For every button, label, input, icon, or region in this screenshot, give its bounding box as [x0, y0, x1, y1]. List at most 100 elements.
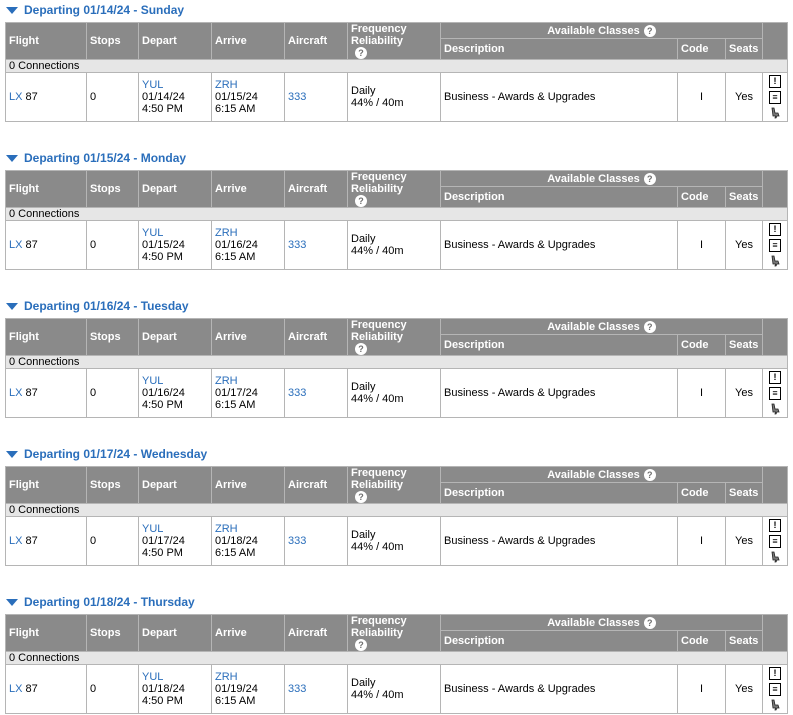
aircraft-link[interactable]: 333 — [288, 387, 306, 399]
details-list-icon[interactable]: ≡ — [769, 535, 781, 548]
day-heading-label: Departing 01/14/24 - Sunday — [24, 3, 185, 17]
airline-link[interactable]: LX — [9, 239, 22, 251]
depart-airport-link[interactable]: YUL — [142, 227, 208, 239]
frequency-value: Daily — [351, 85, 376, 97]
reliability-help-icon[interactable]: ? — [355, 47, 367, 59]
header-aircraft: Aircraft — [284, 466, 348, 504]
details-list-icon[interactable]: ≡ — [769, 239, 781, 252]
connections-label: 0 Connections — [5, 355, 788, 369]
available-classes-label: Available Classes — [547, 172, 640, 185]
day-heading[interactable]: Departing 01/14/24 - Sunday — [5, 2, 787, 18]
reliability-help-icon[interactable]: ? — [355, 343, 367, 355]
aircraft-link[interactable]: 333 — [288, 239, 306, 251]
header-actions — [762, 22, 788, 60]
day-heading-label: Departing 01/17/24 - Wednesday — [24, 447, 208, 461]
day-heading[interactable]: Departing 01/18/24 - Thursday — [5, 594, 787, 610]
depart-airport-link[interactable]: YUL — [142, 79, 208, 91]
arrive-airport-link[interactable]: ZRH — [215, 671, 281, 683]
classes-help-icon[interactable]: ? — [643, 616, 656, 629]
header-actions — [762, 318, 788, 356]
flight-number: 87 — [25, 683, 38, 695]
class-code: I — [677, 220, 726, 270]
depart-time: 4:50 PM — [142, 695, 183, 707]
depart-airport-link[interactable]: YUL — [142, 523, 208, 535]
seat-map-icon[interactable] — [770, 551, 780, 563]
available-classes-label: Available Classes — [547, 320, 640, 333]
depart-airport-link[interactable]: YUL — [142, 671, 208, 683]
arrive-airport-link[interactable]: ZRH — [215, 227, 281, 239]
classes-help-icon[interactable]: ? — [643, 468, 656, 481]
available-classes-label: Available Classes — [547, 468, 640, 481]
flight-cell: LX 87 — [5, 368, 87, 418]
reliability-help-icon[interactable]: ? — [355, 491, 367, 503]
depart-time: 4:50 PM — [142, 103, 183, 115]
seats-value: Yes — [725, 664, 763, 714]
header-arrive: Arrive — [211, 614, 285, 652]
actions-cell: ! ≡ — [762, 664, 788, 714]
actions-cell: ! ≡ — [762, 516, 788, 566]
reliability-help-icon[interactable]: ? — [355, 195, 367, 207]
flight-number: 87 — [25, 535, 38, 547]
classes-help-icon[interactable]: ? — [643, 24, 656, 37]
details-list-icon[interactable]: ≡ — [769, 387, 781, 400]
seat-map-icon[interactable] — [770, 403, 780, 415]
classes-help-icon[interactable]: ? — [643, 172, 656, 185]
collapse-triangle-icon[interactable] — [6, 598, 18, 606]
collapse-triangle-icon[interactable] — [6, 6, 18, 14]
details-list-icon[interactable]: ≡ — [769, 683, 781, 696]
airline-link[interactable]: LX — [9, 535, 22, 547]
header-description: Description — [440, 630, 678, 652]
airline-link[interactable]: LX — [9, 683, 22, 695]
arrive-time: 6:15 AM — [215, 547, 256, 559]
collapse-triangle-icon[interactable] — [6, 154, 18, 162]
header-depart: Depart — [138, 466, 212, 504]
alert-info-icon[interactable]: ! — [769, 667, 781, 680]
table-row: LX 87 0 YUL 01/18/24 4:50 PM ZRH 01/19/2… — [5, 664, 788, 714]
header-actions — [762, 466, 788, 504]
arrive-airport-link[interactable]: ZRH — [215, 79, 281, 91]
alert-info-icon[interactable]: ! — [769, 223, 781, 236]
collapse-triangle-icon[interactable] — [6, 450, 18, 458]
header-frequency-reliability: Frequency Reliability? — [347, 170, 441, 208]
header-code: Code — [677, 334, 726, 356]
frequency-value: Daily — [351, 233, 376, 245]
seat-map-icon[interactable] — [770, 699, 780, 711]
table-row: LX 87 0 YUL 01/15/24 4:50 PM ZRH 01/16/2… — [5, 220, 788, 270]
day-heading-label: Departing 01/16/24 - Tuesday — [24, 299, 189, 313]
reliability-value: 44% / 40m — [351, 689, 404, 701]
class-description: Business - Awards & Upgrades — [440, 220, 678, 270]
airline-link[interactable]: LX — [9, 91, 22, 103]
day-heading[interactable]: Departing 01/15/24 - Monday — [5, 150, 787, 166]
classes-help-icon[interactable]: ? — [643, 320, 656, 333]
airline-link[interactable]: LX — [9, 387, 22, 399]
header-stops: Stops — [86, 318, 139, 356]
details-list-icon[interactable]: ≡ — [769, 91, 781, 104]
arrive-airport-link[interactable]: ZRH — [215, 523, 281, 535]
depart-time: 4:50 PM — [142, 251, 183, 263]
stops-value: 0 — [86, 72, 139, 122]
header-frequency-reliability: Frequency Reliability? — [347, 22, 441, 60]
aircraft-link[interactable]: 333 — [288, 91, 306, 103]
flight-table: Flight Stops Depart Arrive Aircraft Freq… — [5, 317, 788, 418]
aircraft-cell: 333 — [284, 220, 348, 270]
collapse-triangle-icon[interactable] — [6, 302, 18, 310]
header-reliability: Reliability — [351, 627, 403, 639]
seats-value: Yes — [725, 516, 763, 566]
header-arrive: Arrive — [211, 466, 285, 504]
aircraft-link[interactable]: 333 — [288, 535, 306, 547]
seat-map-icon[interactable] — [770, 107, 780, 119]
day-heading[interactable]: Departing 01/17/24 - Wednesday — [5, 446, 787, 462]
seat-map-icon[interactable] — [770, 255, 780, 267]
aircraft-cell: 333 — [284, 368, 348, 418]
depart-airport-link[interactable]: YUL — [142, 375, 208, 387]
header-available-classes: Available Classes? — [440, 169, 763, 188]
alert-info-icon[interactable]: ! — [769, 519, 781, 532]
arrive-airport-link[interactable]: ZRH — [215, 375, 281, 387]
day-heading[interactable]: Departing 01/16/24 - Tuesday — [5, 298, 787, 314]
depart-time: 4:50 PM — [142, 399, 183, 411]
frequency-cell: Daily 44% / 40m — [347, 516, 441, 566]
alert-info-icon[interactable]: ! — [769, 371, 781, 384]
alert-info-icon[interactable]: ! — [769, 75, 781, 88]
reliability-help-icon[interactable]: ? — [355, 639, 367, 651]
aircraft-link[interactable]: 333 — [288, 683, 306, 695]
